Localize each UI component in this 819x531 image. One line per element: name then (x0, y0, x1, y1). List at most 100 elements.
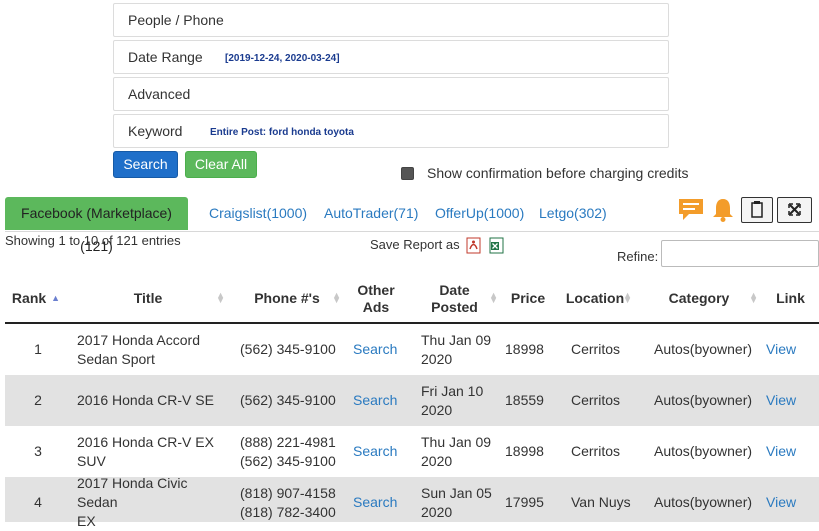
cell-rank: 4 (34, 494, 42, 510)
cell-date: Thu Jan 09 2020 (421, 324, 501, 375)
sort-icon: ▲ ▼ (623, 290, 632, 305)
date-line2: 2020 (421, 452, 453, 469)
refine-label: Refine: (617, 249, 659, 264)
phone-line1: (818) 907-4158 (240, 484, 336, 501)
cell-location: Van Nuys (571, 494, 631, 510)
header-phone-label: Phone #'s (254, 290, 320, 306)
cell-rank: 2 (34, 392, 42, 408)
header-location-label: Location (565, 290, 625, 306)
view-link[interactable]: View (766, 426, 806, 477)
header-link[interactable]: Link (762, 275, 819, 322)
header-other-ads-line1: Other (357, 281, 395, 298)
cell-price: 18998 (505, 443, 544, 459)
header-price-label: Price (510, 290, 546, 306)
header-category[interactable]: Category ▲ ▼ (636, 275, 762, 322)
cell-price: 17995 (505, 494, 544, 510)
table-row: 1 2017 Honda Accord Sedan Sport (562) 34… (5, 324, 819, 375)
header-title[interactable]: Title ▲ ▼ (67, 275, 229, 322)
filter-advanced[interactable]: Advanced (113, 77, 669, 111)
phone-line2: (562) 345-9100 (240, 452, 336, 469)
cell-location: Cerritos (571, 392, 621, 408)
header-link-label: Link (776, 290, 805, 306)
cell-category: Autos(byowner) (654, 494, 753, 510)
date-line1: Thu Jan 09 (421, 433, 492, 450)
phone-line1: (562) 345-9100 (240, 341, 336, 357)
tab-craigslist[interactable]: Craigslist(1000) (209, 197, 307, 230)
header-other-ads[interactable]: Other Ads (345, 275, 407, 322)
phone-line1: (888) 221-4981 (240, 433, 336, 450)
header-rank-label: Rank (11, 290, 47, 306)
cell-category: Autos(byowner) (654, 341, 753, 357)
filter-keyword[interactable]: Keyword Entire Post: ford honda toyota (113, 114, 669, 148)
search-button[interactable]: Search (113, 151, 178, 178)
clipboard-button[interactable] (741, 197, 773, 223)
excel-icon[interactable] (489, 237, 505, 254)
title-line1: 2017 Honda Civic Sedan (77, 475, 188, 510)
cell-title: 2016 Honda CR-V EX SUV (77, 426, 227, 477)
filter-keyword-label: Keyword (128, 123, 183, 139)
cell-date: Thu Jan 09 2020 (421, 426, 501, 477)
entries-info: Showing 1 to 10 of 121 entries (5, 233, 181, 248)
date-line1: Thu Jan 09 (421, 331, 492, 348)
confirm-checkbox[interactable] (401, 167, 414, 180)
comment-icon[interactable] (677, 197, 705, 223)
tab-offerup[interactable]: OfferUp(1000) (435, 197, 524, 230)
header-phone[interactable]: Phone #'s ▲ ▼ (229, 275, 345, 322)
header-date-line2: Posted (431, 298, 478, 315)
cell-phone: (562) 345-9100 (240, 324, 350, 375)
refine-input[interactable] (661, 240, 819, 267)
fullscreen-button[interactable] (777, 197, 812, 223)
table-header: Rank ▲ Title ▲ ▼ Phone #'s ▲ ▼ Other Ads Da… (5, 275, 819, 324)
cell-title: 2017 Honda Civic Sedan EX (77, 475, 227, 529)
sort-icon: ▲ ▼ (749, 290, 758, 305)
filter-people-phone[interactable]: People / Phone (113, 3, 669, 37)
date-line2: 2020 (421, 503, 453, 520)
cell-date: Fri Jan 10 2020 (421, 375, 501, 426)
view-link[interactable]: View (766, 324, 806, 375)
tab-facebook-marketplace[interactable]: Facebook (Marketplace)(121) (5, 197, 188, 254)
cell-phone: (562) 345-9100 (240, 375, 350, 426)
filter-people-phone-label: People / Phone (128, 12, 224, 28)
cell-category: Autos(byowner) (654, 443, 753, 459)
view-link[interactable]: View (766, 375, 806, 426)
filter-keyword-value: Entire Post: ford honda toyota (210, 127, 354, 138)
other-ads-search-link[interactable]: Search (353, 324, 413, 375)
date-line1: Fri Jan 10 (421, 382, 484, 399)
date-line2: 2020 (421, 401, 453, 418)
other-ads-search-link[interactable]: Search (353, 477, 413, 528)
filter-date-range-value: [2019-12-24, 2020-03-24] (225, 53, 340, 64)
clear-all-button[interactable]: Clear All (185, 151, 257, 178)
header-location[interactable]: Location ▲ ▼ (554, 275, 636, 322)
table-row: 2 2016 Honda CR-V SE (562) 345-9100 Sear… (5, 375, 819, 426)
header-date-posted[interactable]: Date Posted ▲ ▼ (407, 275, 502, 322)
bell-icon[interactable] (710, 197, 736, 223)
clipboard-icon (751, 201, 763, 218)
filter-advanced-label: Advanced (128, 86, 191, 102)
sort-asc-icon: ▲ (51, 293, 61, 303)
title-line2: EX (77, 513, 96, 529)
title-line1: 2016 Honda CR-V EX (77, 433, 214, 450)
view-link[interactable]: View (766, 477, 806, 528)
filter-date-range[interactable]: Date Range [2019-12-24, 2020-03-24] (113, 40, 669, 74)
tab-autotrader[interactable]: AutoTrader(71) (324, 197, 418, 230)
table-row: 3 2016 Honda CR-V EX SUV (888) 221-4981 … (5, 426, 819, 477)
tab-letgo[interactable]: Letgo(302) (539, 197, 607, 230)
table-row: 4 2017 Honda Civic Sedan EX (818) 907-41… (5, 475, 819, 529)
filter-date-range-label: Date Range (128, 49, 203, 65)
save-report-label: Save Report as (370, 237, 460, 252)
cell-price: 18559 (505, 392, 544, 408)
header-rank[interactable]: Rank ▲ (5, 275, 67, 322)
other-ads-search-link[interactable]: Search (353, 426, 413, 477)
header-price[interactable]: Price (502, 275, 554, 322)
pdf-icon[interactable] (466, 237, 482, 254)
header-date-line1: Date (439, 281, 470, 298)
header-title-label: Title (133, 290, 163, 306)
cell-price: 18998 (505, 341, 544, 357)
cell-location: Cerritos (571, 443, 621, 459)
cell-title: 2016 Honda CR-V SE (77, 375, 227, 426)
sort-icon: ▲ ▼ (216, 290, 225, 305)
other-ads-search-link[interactable]: Search (353, 375, 413, 426)
title-line2: Sedan Sport (77, 350, 155, 367)
confirm-label: Show confirmation before charging credit… (427, 165, 689, 181)
fullscreen-icon (788, 203, 801, 216)
